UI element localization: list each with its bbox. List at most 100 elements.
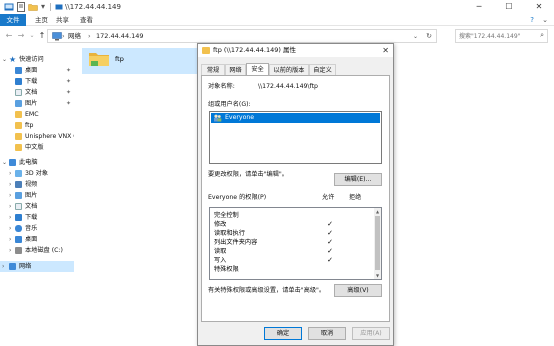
- document-icon: [15, 203, 22, 210]
- nav-item-label: 视频: [25, 181, 38, 188]
- pin-icon: ✦: [66, 100, 72, 107]
- ribbon-tab-share[interactable]: 共享: [56, 14, 69, 26]
- properties-dialog: ftp (\\172.44.44.149) 属性 ✕ 常规 网络 安全 以前的版…: [197, 43, 394, 346]
- new-folder-quick-icon[interactable]: [28, 2, 38, 12]
- nav-item-label: 中文版: [25, 144, 44, 151]
- scroll-thumb[interactable]: [375, 216, 380, 270]
- chevron-right-icon[interactable]: ›: [9, 190, 11, 201]
- music-icon: [15, 225, 22, 232]
- nav-item-emc[interactable]: EMC: [0, 109, 74, 120]
- permissions-scrollbar[interactable]: ▲ ▼: [374, 208, 381, 279]
- chevron-right-icon[interactable]: ›: [9, 212, 11, 223]
- chevron-right-icon[interactable]: ›: [9, 223, 11, 234]
- ribbon-tab-home[interactable]: 主页: [35, 14, 48, 26]
- chevron-right-icon[interactable]: ›: [9, 234, 11, 245]
- desktop-icon: [15, 67, 22, 74]
- tab-previous-versions[interactable]: 以前的版本: [269, 64, 309, 75]
- permission-row: 读取和执行 ✓: [210, 229, 375, 238]
- permission-row: 列出文件夹内容 ✓: [210, 238, 375, 247]
- nav-item-music[interactable]: › 音乐: [0, 223, 74, 234]
- back-button[interactable]: ←: [3, 30, 15, 42]
- permission-row: 读取 ✓: [210, 247, 375, 256]
- tab-network[interactable]: 网络: [225, 64, 246, 75]
- nav-item-pc-desktop[interactable]: › 桌面: [0, 234, 74, 245]
- nav-item-pictures[interactable]: 图片 ✦: [0, 98, 74, 109]
- ok-button[interactable]: 确定: [264, 327, 302, 340]
- scroll-down-icon[interactable]: ▼: [374, 272, 381, 279]
- title-separator: |: [49, 2, 52, 11]
- help-icon[interactable]: ?: [530, 14, 534, 26]
- nav-item-local-disk[interactable]: › 本地磁盘 (C:): [0, 245, 74, 256]
- nav-item-chinese[interactable]: 中文版: [0, 142, 74, 153]
- nav-item-ftp[interactable]: ftp: [0, 120, 74, 131]
- nav-item-videos[interactable]: › 视频: [0, 179, 74, 190]
- search-input[interactable]: [456, 30, 534, 42]
- permission-allow: ✓: [327, 256, 333, 264]
- minimize-button[interactable]: ─: [464, 0, 494, 14]
- nav-item-pc-documents[interactable]: › 文档: [0, 201, 74, 212]
- permission-row: 特殊权限: [210, 265, 375, 274]
- nav-item-label: 下载: [25, 78, 38, 85]
- folder-icon: [202, 47, 210, 54]
- chevron-right-icon[interactable]: ›: [9, 245, 11, 256]
- folder-icon: [15, 133, 22, 140]
- chevron-right-icon[interactable]: ›: [9, 179, 11, 190]
- pin-icon: ✦: [66, 67, 72, 74]
- quick-access-dropdown-icon[interactable]: ▾: [41, 2, 45, 12]
- breadcrumb-host[interactable]: 172.44.44.149: [96, 31, 144, 42]
- search-box[interactable]: ⌕: [455, 29, 548, 43]
- nav-item-desktop[interactable]: 桌面 ✦: [0, 65, 74, 76]
- folder-item-ftp[interactable]: ftp: [82, 48, 207, 74]
- nav-item-label: Unisphere VNX Cl: [25, 133, 74, 140]
- tab-general[interactable]: 常规: [201, 64, 225, 75]
- close-button[interactable]: ✕: [524, 0, 554, 14]
- folder-icon: [15, 122, 22, 129]
- nav-item-downloads[interactable]: 下载 ✦: [0, 76, 74, 87]
- edit-button[interactable]: 编辑(E)...: [334, 173, 382, 186]
- breadcrumb-network[interactable]: 网络: [68, 31, 81, 42]
- permission-allow: ✓: [327, 229, 333, 237]
- pin-icon: ✦: [66, 89, 72, 96]
- user-row-everyone[interactable]: Everyone: [211, 113, 380, 123]
- scroll-up-icon[interactable]: ▲: [374, 208, 381, 215]
- maximize-button[interactable]: ☐: [494, 0, 524, 14]
- address-history-dropdown[interactable]: ⌄: [413, 31, 418, 42]
- ribbon-tab-view[interactable]: 查看: [80, 14, 93, 26]
- object-name-label: 对象名称:: [208, 83, 235, 90]
- nav-item-pc-pictures[interactable]: › 图片: [0, 190, 74, 201]
- nav-item-label: 本地磁盘 (C:): [25, 247, 63, 254]
- dialog-close-button[interactable]: ✕: [382, 44, 389, 57]
- nav-item-label: 音乐: [25, 225, 38, 232]
- permission-allow: ✓: [327, 247, 333, 255]
- permission-row: 修改 ✓: [210, 220, 375, 229]
- advanced-button[interactable]: 高级(V): [334, 284, 382, 297]
- nav-item-label: 图片: [25, 100, 38, 107]
- breadcrumb-separator: ›: [62, 32, 65, 40]
- cancel-button[interactable]: 取消: [308, 327, 346, 340]
- ribbon-tab-file[interactable]: 文件: [0, 14, 26, 26]
- address-bar[interactable]: › 网络 › 172.44.44.149 ⌄ ↻: [47, 29, 437, 43]
- chevron-down-icon[interactable]: ⌄: [2, 54, 7, 65]
- tab-customize[interactable]: 自定义: [309, 64, 336, 75]
- apply-button[interactable]: 应用(A): [352, 327, 390, 340]
- nav-item-pc-downloads[interactable]: › 下载: [0, 212, 74, 223]
- user-list[interactable]: Everyone: [209, 111, 382, 164]
- nav-item-label: 桌面: [25, 67, 38, 74]
- tab-security[interactable]: 安全: [246, 63, 269, 75]
- chevron-down-icon[interactable]: ⌄: [2, 157, 7, 168]
- refresh-icon[interactable]: ↻: [426, 31, 432, 42]
- allow-header: 允许: [322, 194, 335, 201]
- title-bar: ▾ | \\172.44.44.149 ─ ☐ ✕: [0, 0, 554, 14]
- nav-network[interactable]: › 网络: [0, 261, 74, 272]
- nav-item-unisphere[interactable]: Unisphere VNX Cl: [0, 131, 74, 142]
- chevron-right-icon[interactable]: ›: [2, 261, 4, 272]
- properties-quick-icon[interactable]: [17, 2, 25, 12]
- nav-item-documents[interactable]: 文档 ✦: [0, 87, 74, 98]
- nav-quick-access[interactable]: ⌄ ★ 快速访问: [0, 54, 74, 65]
- nav-this-pc[interactable]: ⌄ 此电脑: [0, 157, 74, 168]
- chevron-right-icon[interactable]: ›: [9, 201, 11, 212]
- chevron-right-icon[interactable]: ›: [9, 168, 11, 179]
- expand-ribbon-icon[interactable]: ⌄: [542, 14, 548, 26]
- permission-row: 写入 ✓: [210, 256, 375, 265]
- nav-item-3d-objects[interactable]: › 3D 对象: [0, 168, 74, 179]
